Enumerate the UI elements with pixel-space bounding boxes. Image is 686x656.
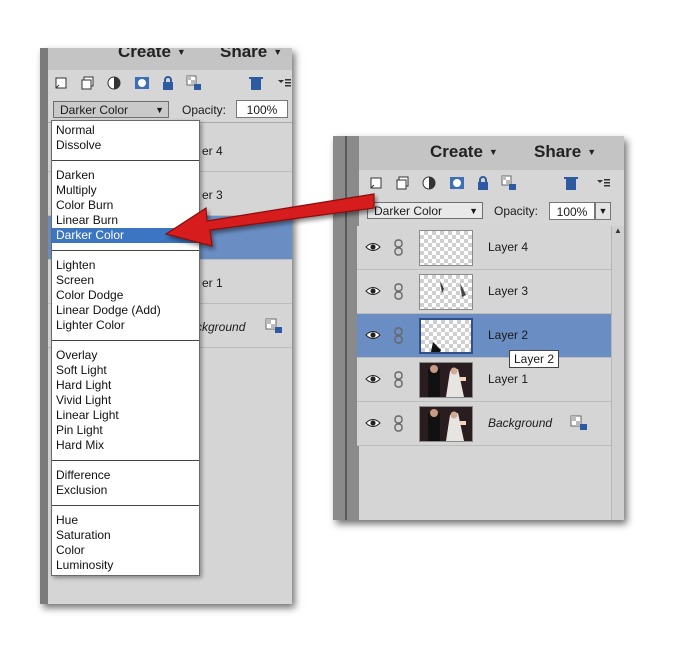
layers-list: Layer 4 Layer 3 Layer 2 Layer 1 Background: [333, 226, 624, 520]
new-layer-icon[interactable]: [54, 75, 70, 91]
panel-menu-icon[interactable]: [276, 75, 292, 91]
create-button[interactable]: Create ▼: [430, 142, 498, 162]
layer-name-tooltip: Layer 2: [509, 350, 560, 368]
eye-icon[interactable]: [365, 416, 381, 430]
link-icon[interactable]: [394, 371, 403, 388]
layer-thumbnail: [419, 362, 473, 398]
blend-mode-option-color-dodge[interactable]: Color Dodge: [52, 288, 199, 303]
blend-mode-option-hard-light[interactable]: Hard Light: [52, 378, 199, 393]
blend-mode-option-lighten[interactable]: Lighten: [52, 258, 199, 273]
blend-bar: Darker Color ▼ Opacity: 100%: [48, 96, 292, 123]
panel-left-edge: [40, 48, 48, 604]
blend-mode-option-lighter-color[interactable]: Lighter Color: [52, 318, 199, 333]
layer-thumbnail: [419, 406, 473, 442]
blend-bar: Darker Color ▼ Opacity: 100% ▼: [359, 196, 624, 227]
layer-name-partial: ckground: [196, 320, 246, 334]
layer-row[interactable]: Layer 1: [357, 358, 624, 402]
blend-mode-select[interactable]: Darker Color ▼: [53, 101, 169, 118]
layers-scrollbar[interactable]: ▲: [611, 226, 624, 520]
layer-name: Background: [488, 416, 553, 430]
share-button[interactable]: Share ▼: [534, 142, 596, 162]
chevron-down-icon: ▼: [155, 105, 164, 115]
blend-mode-option-exclusion[interactable]: Exclusion: [52, 483, 199, 498]
create-button[interactable]: Create ▼: [118, 48, 186, 62]
layer-name: Layer 4: [488, 240, 529, 254]
menu-separator: [52, 505, 199, 506]
layer-row[interactable]: Layer 3: [357, 270, 624, 314]
opacity-dropdown-button[interactable]: ▼: [595, 202, 611, 220]
layer-name: Layer 2: [488, 328, 529, 342]
eye-icon[interactable]: [365, 328, 381, 342]
link-icon[interactable]: [394, 283, 403, 300]
blend-mode-option-darken[interactable]: Darken: [52, 168, 199, 183]
chevron-down-icon: ▼: [469, 206, 478, 216]
adjustment-icon[interactable]: [421, 175, 437, 191]
mask-icon[interactable]: [449, 175, 465, 191]
layer-row[interactable]: Background: [357, 402, 624, 446]
mask-icon[interactable]: [134, 75, 150, 91]
trash-icon[interactable]: [248, 75, 264, 91]
blend-mode-select[interactable]: Darker Color ▼: [367, 202, 483, 219]
layer-row[interactable]: Layer 2: [357, 314, 624, 358]
lock-icon[interactable]: [475, 175, 491, 191]
blend-mode-option-color[interactable]: Color: [52, 543, 199, 558]
eye-icon[interactable]: [365, 284, 381, 298]
layer-thumbnail: [419, 230, 473, 266]
layer-name-partial: er 1: [202, 276, 223, 290]
blend-mode-option-pin-light[interactable]: Pin Light: [52, 423, 199, 438]
layer-row[interactable]: Layer 4: [357, 226, 624, 270]
layer-name-partial: er 4: [202, 144, 223, 158]
blend-mode-option-difference[interactable]: Difference: [52, 468, 199, 483]
scroll-up-arrow[interactable]: ▲: [612, 226, 624, 235]
blend-mode-option-vivid-light[interactable]: Vivid Light: [52, 393, 199, 408]
lock-transparent-icon[interactable]: [186, 75, 202, 91]
blend-mode-option-soft-light[interactable]: Soft Light: [52, 363, 199, 378]
blend-mode-option-saturation[interactable]: Saturation: [52, 528, 199, 543]
panel-toolbar: [359, 170, 624, 197]
trash-icon[interactable]: [563, 175, 579, 191]
duplicate-icon[interactable]: [395, 175, 411, 191]
panel-toolbar: [48, 70, 292, 97]
opacity-field[interactable]: 100%: [236, 100, 288, 118]
lock-transparent-icon: [265, 318, 282, 333]
layer-name: Layer 3: [488, 284, 529, 298]
lock-transparent-icon[interactable]: [501, 175, 517, 191]
panel-header: Create ▼ Share ▼: [48, 48, 292, 71]
panel-header: Create ▼ Share ▼: [359, 136, 624, 171]
panel-menu-icon[interactable]: [595, 175, 611, 191]
blend-mode-option-screen[interactable]: Screen: [52, 273, 199, 288]
opacity-field[interactable]: 100%: [549, 202, 595, 220]
opacity-label: Opacity:: [182, 103, 227, 117]
share-button[interactable]: Share ▼: [220, 48, 282, 62]
eye-icon[interactable]: [365, 372, 381, 386]
menu-separator: [52, 160, 199, 161]
layer-name: Layer 1: [488, 372, 529, 386]
opacity-label: Opacity:: [494, 204, 539, 218]
link-icon[interactable]: [394, 415, 403, 432]
blend-mode-option-overlay[interactable]: Overlay: [52, 348, 199, 363]
blend-mode-option-linear-light[interactable]: Linear Light: [52, 408, 199, 423]
adjustment-icon[interactable]: [106, 75, 122, 91]
red-arrow-annotation: [164, 193, 375, 247]
layer-thumbnail: [419, 274, 473, 310]
blend-mode-option-normal[interactable]: Normal: [52, 123, 199, 138]
menu-separator: [52, 460, 199, 461]
lock-icon[interactable]: [160, 75, 176, 91]
blend-mode-option-hard-mix[interactable]: Hard Mix: [52, 438, 199, 453]
blend-mode-option-hue[interactable]: Hue: [52, 513, 199, 528]
blend-mode-option-dissolve[interactable]: Dissolve: [52, 138, 199, 153]
link-icon[interactable]: [394, 239, 403, 256]
blend-mode-option-luminosity[interactable]: Luminosity: [52, 558, 199, 573]
duplicate-icon[interactable]: [80, 75, 96, 91]
layer-thumbnail: [419, 318, 473, 354]
lock-transparent-icon: [570, 415, 587, 430]
blend-mode-option-linear-dodge-add[interactable]: Linear Dodge (Add): [52, 303, 199, 318]
link-icon[interactable]: [394, 327, 403, 344]
menu-separator: [52, 340, 199, 341]
